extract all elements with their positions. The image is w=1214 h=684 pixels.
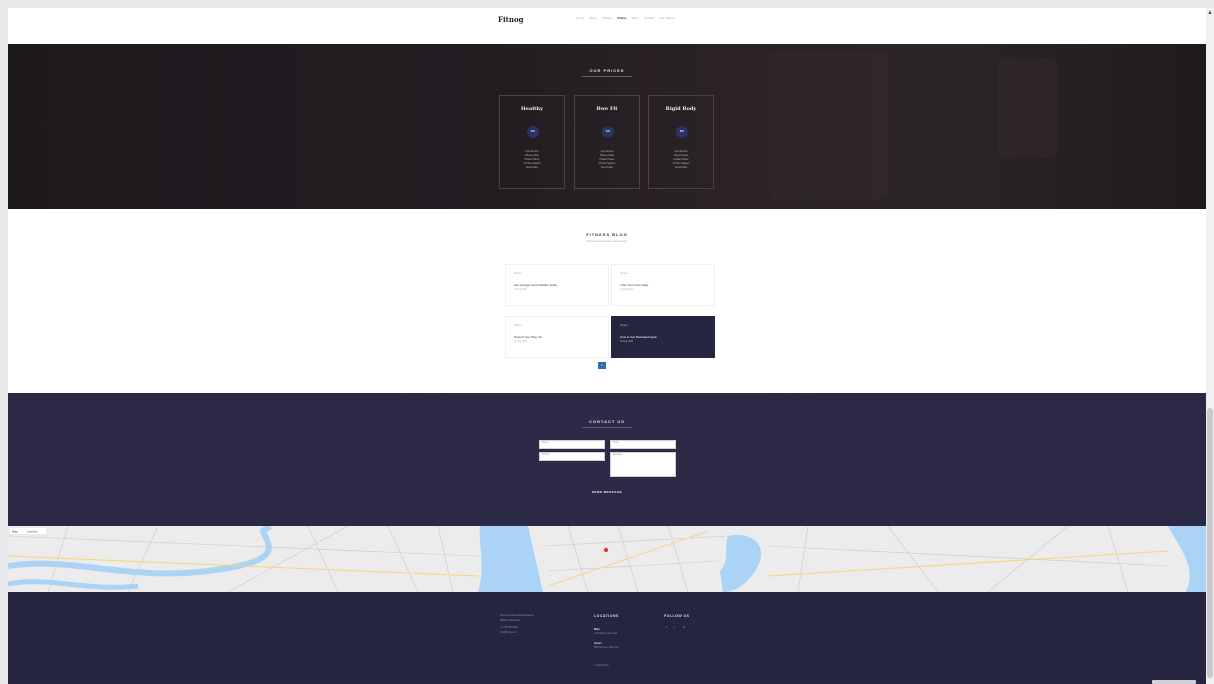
post-date: 12 Aug 2016 bbox=[514, 289, 527, 291]
site-logo[interactable]: Fitnog bbox=[498, 15, 524, 24]
section-title: FITNESS BLOG bbox=[586, 232, 628, 237]
footer-location-address: 123 5th Ave, New York bbox=[594, 633, 618, 635]
facebook-icon[interactable]: f bbox=[666, 625, 667, 629]
pricing-card-healthy[interactable]: Healthy $30 Gym Access Fitness Class Pri… bbox=[499, 95, 565, 189]
footer-phone: +1 212 555 0199 bbox=[500, 627, 518, 629]
plan-feature: Free Drinks bbox=[601, 167, 613, 169]
site-footer: Fitnog is a fitness studio based in Midt… bbox=[8, 592, 1206, 684]
plan-price-badge: $30 bbox=[527, 126, 539, 138]
contact-section: CONTACT US Name Email Subject Message SE… bbox=[8, 393, 1206, 526]
plan-feature-list: Gym Access Fitness Class Private Trainer… bbox=[575, 150, 639, 170]
blog-post-card[interactable]: Fitness Train Your Core Daily 12 Aug 201… bbox=[611, 264, 715, 306]
nav-item-home[interactable]: Home bbox=[576, 16, 584, 20]
send-message-button[interactable]: SEND MESSAGE bbox=[584, 488, 630, 496]
footer-location-label: Annex bbox=[594, 642, 602, 645]
name-input[interactable]: Name bbox=[539, 440, 605, 449]
post-date: 12 Aug 2016 bbox=[514, 341, 527, 343]
page: Fitnog Home About Classes Prices Team Co… bbox=[8, 8, 1206, 684]
nav-item-prices[interactable]: Prices bbox=[618, 16, 627, 20]
section-title: CONTACT US bbox=[589, 419, 625, 424]
nav-item-team[interactable]: Team bbox=[632, 16, 639, 20]
map-type-satellite[interactable]: Satellite bbox=[27, 530, 38, 534]
main-nav: Home About Classes Prices Team Contact G… bbox=[576, 16, 675, 20]
map-canvas[interactable]: Map Satellite bbox=[8, 526, 1206, 592]
footer-follow-title: FOLLOW US bbox=[664, 614, 690, 618]
location-map[interactable]: Map Satellite bbox=[8, 526, 1206, 592]
footer-email[interactable]: info@fitnog.com bbox=[500, 632, 517, 634]
background-decoration bbox=[998, 58, 1058, 158]
plan-name: Healthy bbox=[521, 106, 543, 112]
section-divider bbox=[582, 427, 632, 428]
section-divider bbox=[582, 76, 632, 77]
footer-copyright: © 2016 Fitnog bbox=[594, 665, 609, 667]
pricing-card-rigid-body[interactable]: Rigid Body $50 Gym Access Fitness Class … bbox=[648, 95, 714, 189]
footer-location-label: Main bbox=[594, 628, 600, 631]
plan-price-badge: $50 bbox=[676, 126, 688, 138]
nav-item-get-started[interactable]: Get Started bbox=[659, 16, 674, 20]
post-title[interactable]: Stretch Your Way Up bbox=[514, 335, 542, 339]
post-category: Fitness bbox=[620, 273, 628, 275]
message-textarea[interactable]: Message bbox=[610, 452, 676, 477]
post-date: 12 Aug 2016 bbox=[620, 341, 633, 343]
nav-item-classes[interactable]: Classes bbox=[602, 16, 613, 20]
nav-item-contact[interactable]: Contact bbox=[644, 16, 654, 20]
post-title[interactable]: How to Get Motivated Again bbox=[620, 335, 657, 339]
pagination-page-1[interactable]: 1 bbox=[598, 362, 606, 369]
map-type-map[interactable]: Map bbox=[12, 530, 18, 534]
blog-section: FITNESS BLOG Read our latest fitness new… bbox=[8, 209, 1206, 393]
subject-input[interactable]: Subject bbox=[539, 452, 605, 461]
plan-price-badge: $40 bbox=[602, 126, 614, 138]
footer-locations-title: LOCATIONS bbox=[594, 614, 619, 618]
pricing-section: OUR PRICES Healthy $30 Gym Access Fitnes… bbox=[8, 44, 1206, 209]
section-subtitle: Read our latest fitness news and tips bbox=[586, 240, 628, 243]
blog-post-card[interactable]: Fitness Get stronger and healthier today… bbox=[505, 264, 609, 306]
post-category: Fitness bbox=[514, 273, 522, 275]
site-header: Fitnog Home About Classes Prices Team Co… bbox=[8, 8, 1206, 44]
scrollbar-thumb[interactable] bbox=[1207, 408, 1213, 678]
blog-post-card[interactable]: Fitness Stretch Your Way Up 12 Aug 2016 bbox=[505, 316, 609, 358]
pricing-card-bwe-fit[interactable]: Bwe Fit $40 Gym Access Fitness Class Pri… bbox=[574, 95, 640, 189]
plan-name: Rigid Body bbox=[665, 106, 697, 112]
email-input[interactable]: Email bbox=[610, 440, 676, 449]
plan-name: Bwe Fit bbox=[596, 106, 618, 112]
post-title[interactable]: Train Your Core Daily bbox=[620, 283, 648, 287]
plan-feature: Free Drinks bbox=[675, 167, 687, 169]
page-scrollbar[interactable]: ▲ bbox=[1206, 8, 1214, 684]
post-date: 12 Aug 2016 bbox=[620, 289, 633, 291]
blog-post-card-featured[interactable]: Fitness How to Get Motivated Again 12 Au… bbox=[611, 316, 715, 358]
footer-about-line: Midtown Manhattan. bbox=[500, 620, 521, 622]
twitter-icon[interactable]: t bbox=[674, 625, 675, 629]
footer-location-address: 456 Park Ave, New York bbox=[594, 647, 619, 649]
plan-feature-list: Gym Access Fitness Class Private Trainer… bbox=[500, 150, 564, 170]
linkedin-icon[interactable]: in bbox=[683, 625, 685, 629]
section-title: OUR PRICES bbox=[589, 68, 625, 73]
post-category: Fitness bbox=[620, 325, 628, 327]
plan-feature: Free Drinks bbox=[526, 167, 538, 169]
map-marker[interactable] bbox=[603, 547, 609, 553]
post-category: Fitness bbox=[514, 325, 522, 327]
plan-feature-list: Gym Access Fitness Class Private Trainer… bbox=[649, 150, 713, 170]
post-title[interactable]: Get stronger and healthier today bbox=[514, 283, 557, 287]
footer-about-line: Fitnog is a fitness studio based in bbox=[500, 615, 534, 617]
recaptcha-badge[interactable] bbox=[1152, 680, 1196, 684]
scroll-up-icon[interactable]: ▲ bbox=[1207, 10, 1213, 16]
nav-item-about[interactable]: About bbox=[589, 16, 597, 20]
